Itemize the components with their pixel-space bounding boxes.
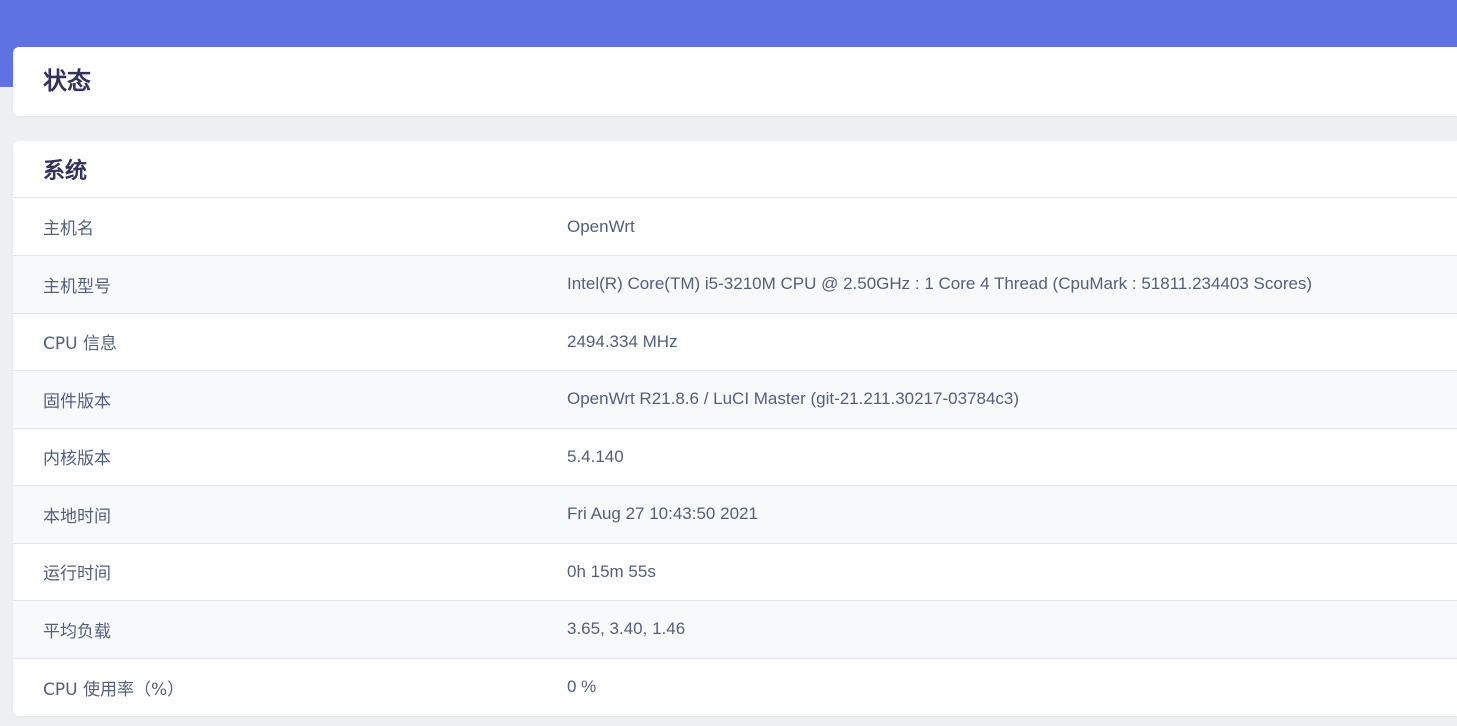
row-label: 主机型号 [43, 276, 111, 297]
table-row-firmware-version: 固件版本 OpenWrt R21.8.6 / LuCI Master (git-… [13, 370, 1457, 428]
page-title: 状态 [43, 67, 91, 95]
row-value: 3.65, 3.40, 1.46 [567, 619, 686, 639]
row-value: 0 % [567, 677, 597, 696]
row-value: OpenWrt [567, 216, 635, 236]
system-status-section: 系统 主机名 OpenWrt 主机型号 Intel(R) Core(TM) i5… [13, 141, 1457, 716]
table-row-local-time: 本地时间 Fri Aug 27 10:43:50 2021 [13, 485, 1457, 543]
table-row-cpu-usage: CPU 使用率（%） 0 % [13, 658, 1457, 716]
row-value: 0h 15m 55s [567, 561, 656, 581]
row-value: Fri Aug 27 10:43:50 2021 [567, 504, 758, 524]
row-label: 固件版本 [43, 391, 111, 412]
row-label: CPU 信息 [43, 334, 117, 355]
row-label: CPU 使用率（%） [43, 679, 185, 700]
row-label: 内核版本 [43, 449, 111, 470]
table-row-model: 主机型号 Intel(R) Core(TM) i5-3210M CPU @ 2.… [13, 255, 1457, 313]
section-title-system: 系统 [13, 141, 1457, 198]
table-row-kernel-version: 内核版本 5.4.140 [13, 428, 1457, 486]
row-label: 本地时间 [43, 506, 111, 527]
row-value: 2494.334 MHz [567, 331, 678, 351]
page-header-card: 状态 [13, 47, 1457, 116]
table-row-cpu-info: CPU 信息 2494.334 MHz [13, 313, 1457, 371]
table-row-uptime: 运行时间 0h 15m 55s [13, 543, 1457, 601]
system-info-table: 主机名 OpenWrt 主机型号 Intel(R) Core(TM) i5-32… [13, 198, 1457, 716]
table-row-load-average: 平均负载 3.65, 3.40, 1.46 [13, 600, 1457, 658]
row-label: 运行时间 [43, 564, 111, 585]
row-label: 主机名 [43, 219, 94, 239]
row-value: OpenWrt R21.8.6 / LuCI Master (git-21.21… [567, 389, 1020, 409]
row-value: 5.4.140 [567, 446, 624, 466]
row-value: Intel(R) Core(TM) i5-3210M CPU @ 2.50GHz… [567, 274, 1313, 294]
row-label: 平均负载 [43, 621, 111, 642]
table-row-hostname: 主机名 OpenWrt [13, 198, 1457, 256]
